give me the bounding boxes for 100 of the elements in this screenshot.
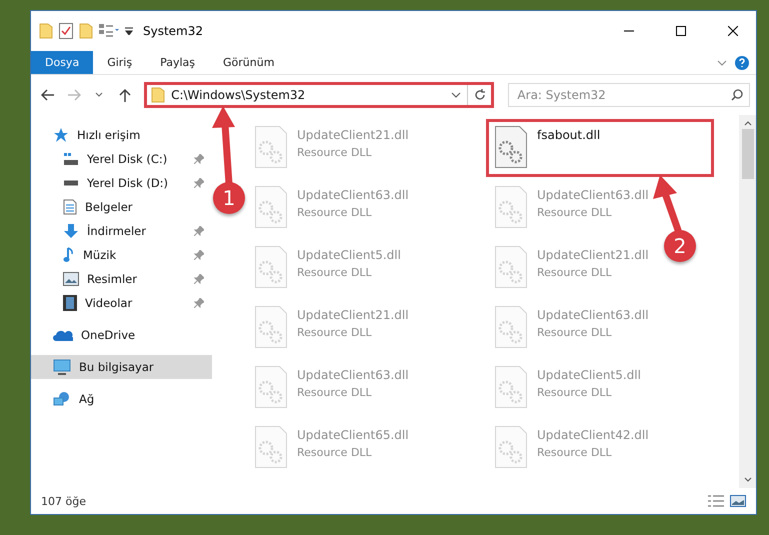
- file-type: Resource DLL: [537, 266, 613, 279]
- sidebar-item-label: Ağ: [79, 392, 96, 406]
- dll-file-icon: [495, 126, 527, 168]
- dll-file-icon: [495, 366, 527, 408]
- file-name: UpdateClient63.dll: [537, 308, 649, 322]
- dll-file-icon: [255, 126, 287, 168]
- sidebar-item[interactable]: Yerel Disk (D:): [31, 171, 212, 195]
- music-note-icon: [63, 247, 75, 263]
- file-type: Resource DLL: [297, 326, 373, 339]
- chevron-down-icon: [95, 92, 104, 98]
- scroll-up-icon[interactable]: [744, 119, 752, 127]
- sidebar-item[interactable]: OneDrive: [31, 323, 212, 347]
- scroll-thumb[interactable]: [742, 129, 754, 179]
- chevron-down-icon[interactable]: [451, 92, 462, 98]
- scrollbar[interactable]: [739, 115, 756, 488]
- file-name: UpdateClient42.dll: [537, 428, 649, 442]
- sidebar-item-label: OneDrive: [81, 328, 136, 342]
- sidebar-item-label: İndirmeler: [87, 224, 147, 238]
- file-type: Resource DLL: [297, 446, 373, 459]
- search-icon[interactable]: [730, 89, 743, 101]
- file-name: fsabout.dll: [537, 128, 600, 142]
- annotation-arrow: [653, 175, 682, 234]
- monitor-icon: [53, 359, 71, 375]
- window-title: System32: [143, 24, 204, 38]
- network-globe-icon: [53, 391, 71, 407]
- sidebar-item[interactable]: Videolar: [31, 291, 212, 315]
- star-icon: [53, 127, 69, 143]
- forward-arrow-icon: [66, 89, 81, 101]
- file-type: Resource DLL: [297, 386, 373, 399]
- sidebar-item[interactable]: Hızlı erişim: [31, 123, 212, 147]
- address-bar[interactable]: C:\Windows\System32: [144, 82, 494, 108]
- ribbon-tab[interactable]: Paylaş: [146, 51, 209, 74]
- sidebar-item-label: Bu bilgisayar: [79, 360, 155, 374]
- sidebar-item-label: Resimler: [87, 272, 138, 286]
- sidebar-item[interactable]: İndirmeler: [31, 219, 212, 243]
- file-type: Resource DLL: [537, 446, 613, 459]
- search-field[interactable]: Ara: System32: [508, 83, 750, 107]
- dll-file-icon: [495, 306, 527, 348]
- sidebar-item[interactable]: Müzik: [31, 243, 212, 267]
- up-arrow-icon: [119, 88, 132, 102]
- sidebar-item[interactable]: Yerel Disk (C:): [31, 147, 212, 171]
- sidebar-item[interactable]: Bu bilgisayar: [31, 355, 212, 379]
- folder-icon: [151, 87, 166, 103]
- folder-icon: [39, 23, 53, 39]
- pin-icon[interactable]: [194, 250, 204, 260]
- dll-file-icon: [255, 306, 287, 348]
- picture-icon: [63, 272, 79, 286]
- download-arrow-icon: [63, 223, 79, 239]
- cloud-icon: [53, 329, 73, 341]
- dll-file-icon: [255, 246, 287, 288]
- dll-file-icon: [495, 426, 527, 468]
- pin-icon[interactable]: [194, 178, 204, 188]
- film-icon: [63, 295, 77, 311]
- large-icons-view-icon[interactable]: [730, 495, 746, 507]
- pin-icon[interactable]: [194, 298, 204, 308]
- sidebar-item[interactable]: Belgeler: [31, 195, 212, 219]
- dll-file-icon: [255, 186, 287, 228]
- file-name: UpdateClient21.dll: [537, 248, 649, 262]
- drive-icon: [63, 151, 79, 167]
- new-folder-icon: [79, 23, 93, 39]
- scroll-down-icon[interactable]: [744, 476, 752, 484]
- file-name: UpdateClient5.dll: [297, 248, 401, 262]
- properties-checklist-icon[interactable]: [59, 23, 73, 39]
- file-type: Resource DLL: [537, 206, 613, 219]
- ribbon-tab[interactable]: Dosya: [31, 51, 94, 74]
- file-type: Resource DLL: [297, 206, 373, 219]
- sidebar-item-label: Yerel Disk (D:): [87, 176, 170, 190]
- dll-file-icon: [255, 426, 287, 468]
- ribbon-tab[interactable]: Giriş: [93, 51, 146, 74]
- sidebar-item[interactable]: Ağ: [31, 387, 212, 411]
- dll-file-icon: [495, 246, 527, 288]
- file-name: UpdateClient21.dll: [297, 308, 409, 322]
- close-icon: [728, 26, 738, 36]
- file-name: UpdateClient63.dll: [297, 368, 409, 382]
- pin-icon[interactable]: [194, 274, 204, 284]
- sidebar-item-label: Müzik: [83, 248, 118, 262]
- file-name: UpdateClient21.dll: [297, 128, 409, 142]
- item-count: 107 öğe: [41, 494, 87, 508]
- dropdown-caret-icon[interactable]: [125, 27, 133, 35]
- file-item[interactable]: fsabout.dll: [486, 119, 714, 177]
- drive-icon: [63, 180, 79, 186]
- file-type: Resource DLL: [297, 266, 373, 279]
- ribbon-tab[interactable]: Görünüm: [209, 51, 288, 74]
- sidebar-item-label: Yerel Disk (C:): [87, 152, 168, 166]
- dll-file-icon: [495, 186, 527, 228]
- address-path: C:\Windows\System32: [171, 88, 306, 102]
- pin-icon[interactable]: [194, 154, 204, 164]
- pin-icon[interactable]: [194, 226, 204, 236]
- sidebar-item-label: Videolar: [85, 296, 134, 310]
- sidebar-item[interactable]: Resimler: [31, 267, 212, 291]
- file-type: Resource DLL: [297, 146, 373, 159]
- back-arrow-icon: [40, 89, 55, 101]
- file-name: UpdateClient63.dll: [537, 188, 649, 202]
- file-name: UpdateClient65.dll: [297, 428, 409, 442]
- file-type: Resource DLL: [537, 386, 613, 399]
- document-icon: [63, 199, 77, 215]
- file-name: UpdateClient63.dll: [297, 188, 409, 202]
- file-name: UpdateClient5.dll: [537, 368, 641, 382]
- view-list-icon[interactable]: [99, 24, 119, 38]
- details-view-icon[interactable]: [708, 495, 724, 507]
